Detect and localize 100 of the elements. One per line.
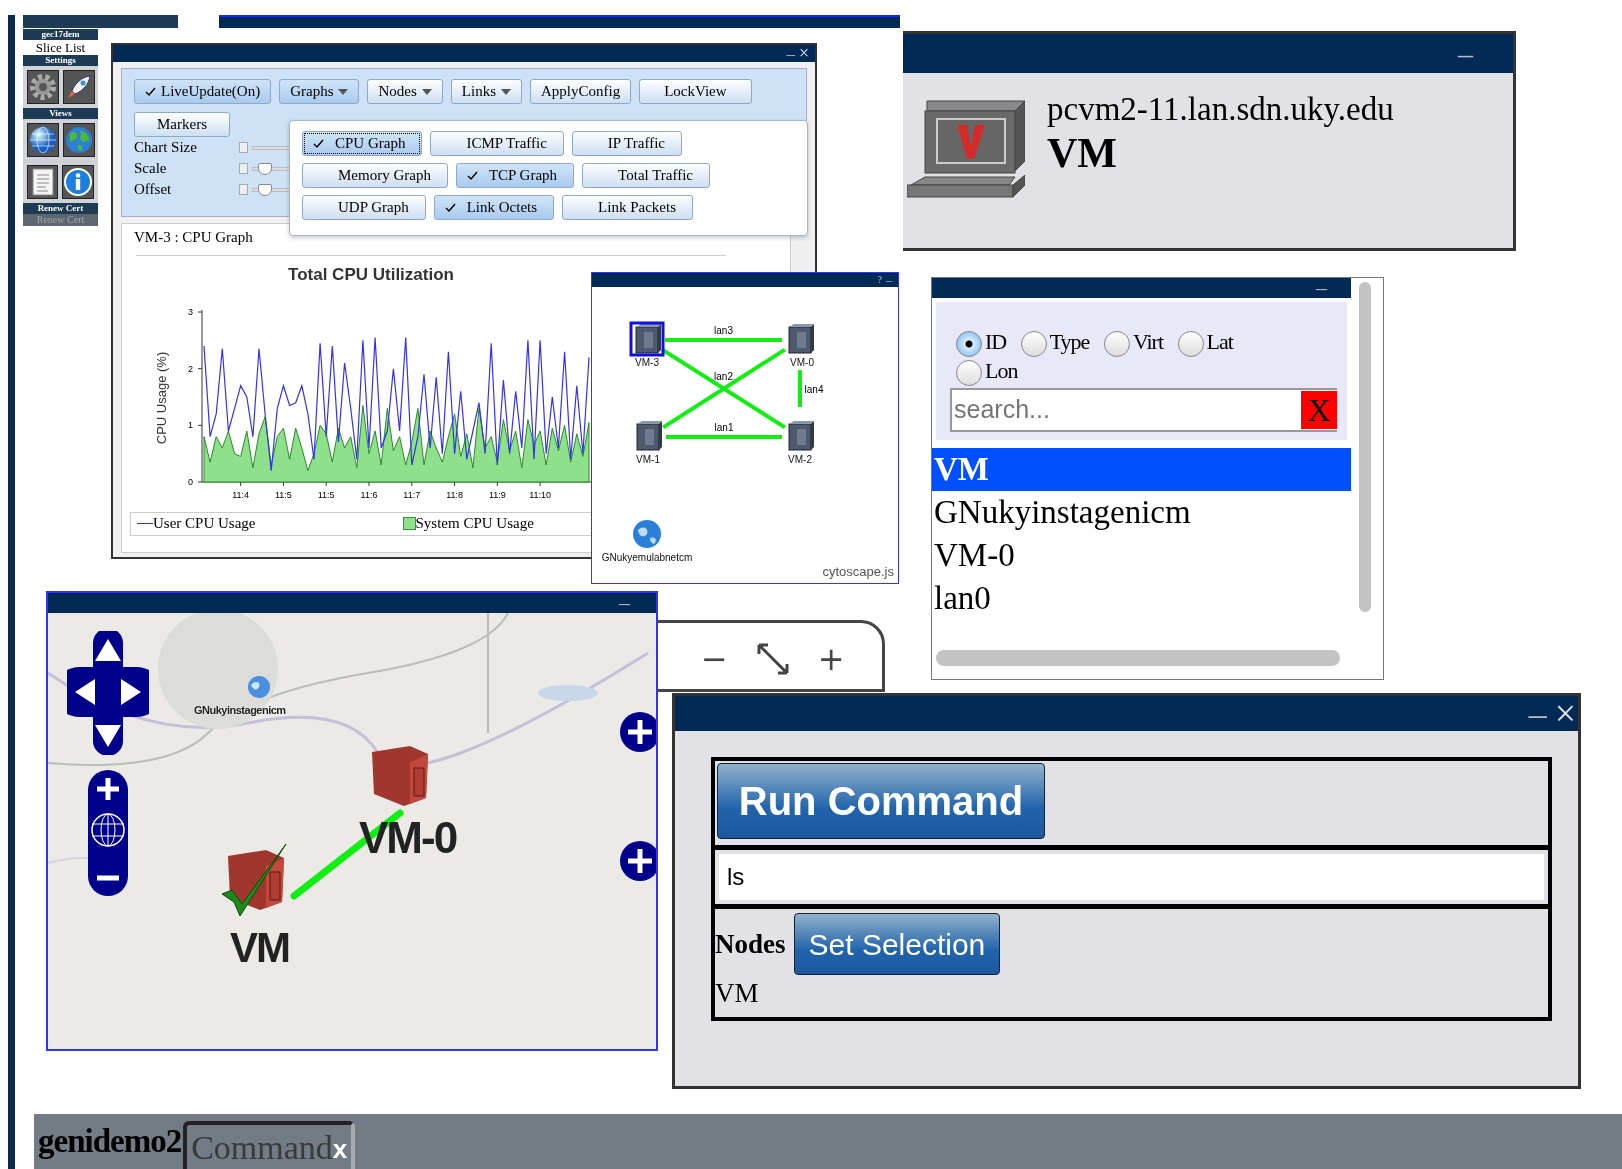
- minimize-button[interactable]: –: [1458, 38, 1473, 69]
- field-label: Nodes: [715, 927, 786, 961]
- scrollbar[interactable]: [1359, 282, 1371, 612]
- command-input[interactable]: ls: [719, 854, 1544, 900]
- tick-label: 11:4: [232, 489, 250, 500]
- set-selection-button[interactable]: Set Selection: [793, 913, 1001, 975]
- radio-button[interactable]: [1177, 330, 1204, 357]
- graph-toggle[interactable]: CPU Graph: [302, 131, 423, 156]
- pan-control[interactable]: [67, 631, 149, 755]
- toolbar-button[interactable]: ApplyConfig: [529, 79, 632, 104]
- link-label: lan3: [714, 325, 733, 336]
- graph-toggle[interactable]: Memory Graph: [302, 163, 448, 188]
- dropdown-button[interactable]: Nodes: [367, 79, 443, 104]
- tab-label: Command: [191, 1128, 333, 1168]
- dropdown-button[interactable]: Links: [450, 79, 522, 104]
- add-button[interactable]: [619, 840, 656, 882]
- tick-label: 0: [188, 476, 193, 487]
- server-icon[interactable]: [788, 324, 814, 354]
- radio-label: ID: [985, 329, 1007, 354]
- close-button[interactable]: ×: [798, 45, 809, 63]
- result-item[interactable]: GNukyinstagenicm: [932, 490, 1351, 534]
- server-icon[interactable]: [629, 321, 665, 357]
- radio-button[interactable]: [1020, 330, 1047, 357]
- result-item[interactable]: VM: [932, 447, 1351, 491]
- tick-label: 11:7: [403, 489, 421, 500]
- tick-label: 11:6: [360, 489, 378, 500]
- caret-icon: [500, 88, 511, 95]
- graph-toggle[interactable]: Total Traffic: [582, 163, 711, 188]
- section-label: Settings: [23, 55, 98, 66]
- chart-title: Total CPU Utilization: [288, 264, 454, 284]
- server-icon[interactable]: [636, 421, 662, 451]
- search-field[interactable]: search... X: [950, 387, 1337, 432]
- hostname-text: pcvm2-11.lan.sdn.uky.edu: [1047, 90, 1394, 129]
- settings-button[interactable]: [27, 70, 59, 104]
- globe-button[interactable]: [27, 123, 59, 157]
- credit-label: cytoscape.js: [822, 562, 894, 581]
- minimize-button[interactable]: –: [1316, 278, 1327, 299]
- close-button[interactable]: x: [332, 1129, 348, 1169]
- help-button[interactable]: ?: [877, 275, 882, 285]
- slice-list-link[interactable]: Slice List: [23, 40, 98, 55]
- tick-label: 1: [188, 419, 193, 430]
- fit-view-button[interactable]: [755, 642, 790, 676]
- minimize-button[interactable]: –: [886, 274, 892, 286]
- graph-toggle[interactable]: UDP Graph: [302, 195, 426, 220]
- minimize-button[interactable]: –: [786, 45, 795, 62]
- graph-toggle[interactable]: Link Packets: [562, 195, 693, 220]
- server-marker[interactable]: [370, 744, 430, 808]
- close-button[interactable]: ×: [1554, 696, 1576, 733]
- document-button[interactable]: [27, 165, 58, 199]
- slider-thumb[interactable]: [257, 183, 272, 196]
- toolbar-button[interactable]: Markers: [134, 112, 230, 137]
- node-label: VM-1: [636, 454, 660, 465]
- slider-label: Offset: [134, 180, 173, 200]
- tick-label: 11:5: [317, 489, 335, 500]
- result-item[interactable]: lan0: [932, 576, 1351, 620]
- earth-button[interactable]: [63, 123, 95, 157]
- result-item[interactable]: VM-0: [932, 533, 1351, 577]
- globe-icon[interactable]: [633, 520, 661, 548]
- server-icon[interactable]: [788, 421, 814, 451]
- check-icon: [313, 138, 324, 149]
- info-button[interactable]: [62, 165, 94, 199]
- graph-title: VM-3 : CPU Graph: [134, 228, 254, 247]
- check-icon: [145, 86, 156, 97]
- clear-button[interactable]: X: [1301, 390, 1337, 429]
- toolbar-button[interactable]: LockView: [639, 79, 752, 104]
- legend-swatch: [402, 517, 416, 530]
- radio-label: Lon: [985, 357, 1018, 383]
- selected-nodes-text: VM: [715, 977, 760, 1010]
- toggle-button[interactable]: LiveUpdate(On): [134, 79, 272, 104]
- section-label: Views: [23, 108, 98, 119]
- dropdown-button[interactable]: Graphs: [279, 79, 360, 104]
- axis-title: CPU Usage (%): [154, 351, 169, 444]
- run-command-button[interactable]: Run Command: [717, 763, 1045, 839]
- zoom-in-button[interactable]: +: [817, 643, 845, 675]
- link-label: lan2: [714, 370, 733, 382]
- scrollbar[interactable]: [936, 650, 1340, 666]
- add-button[interactable]: [619, 711, 656, 753]
- graph-toggle[interactable]: TCP Graph: [455, 163, 575, 188]
- check-icon: [466, 170, 478, 181]
- legend-label: System CPU Usage: [415, 514, 534, 534]
- rocket-button[interactable]: [63, 70, 95, 104]
- node-label: VM-0: [790, 357, 814, 368]
- radio-button[interactable]: [956, 330, 982, 357]
- tick-label: 11:9: [488, 489, 506, 500]
- graph-toggle[interactable]: IP Traffic: [571, 131, 682, 156]
- zoom-out-button[interactable]: −: [701, 643, 728, 675]
- graph-toggle[interactable]: ICMP Traffic: [430, 131, 564, 156]
- globe-icon[interactable]: [245, 675, 273, 699]
- radio-button[interactable]: [956, 359, 982, 386]
- legend-label: User CPU Usage: [153, 514, 256, 534]
- graph-toggle[interactable]: Link Octets: [433, 195, 555, 220]
- node-name: VM: [1047, 129, 1118, 177]
- zoom-control[interactable]: [87, 770, 129, 896]
- slider-thumb[interactable]: [257, 162, 272, 175]
- tick-label: 11:5: [275, 489, 292, 500]
- radio-button[interactable]: [1103, 330, 1130, 357]
- minimize-button[interactable]: –: [1528, 696, 1547, 732]
- minimize-button[interactable]: –: [619, 593, 630, 614]
- section-label: Renew Cert: [23, 203, 98, 214]
- tab[interactable]: Commandx: [183, 1121, 356, 1169]
